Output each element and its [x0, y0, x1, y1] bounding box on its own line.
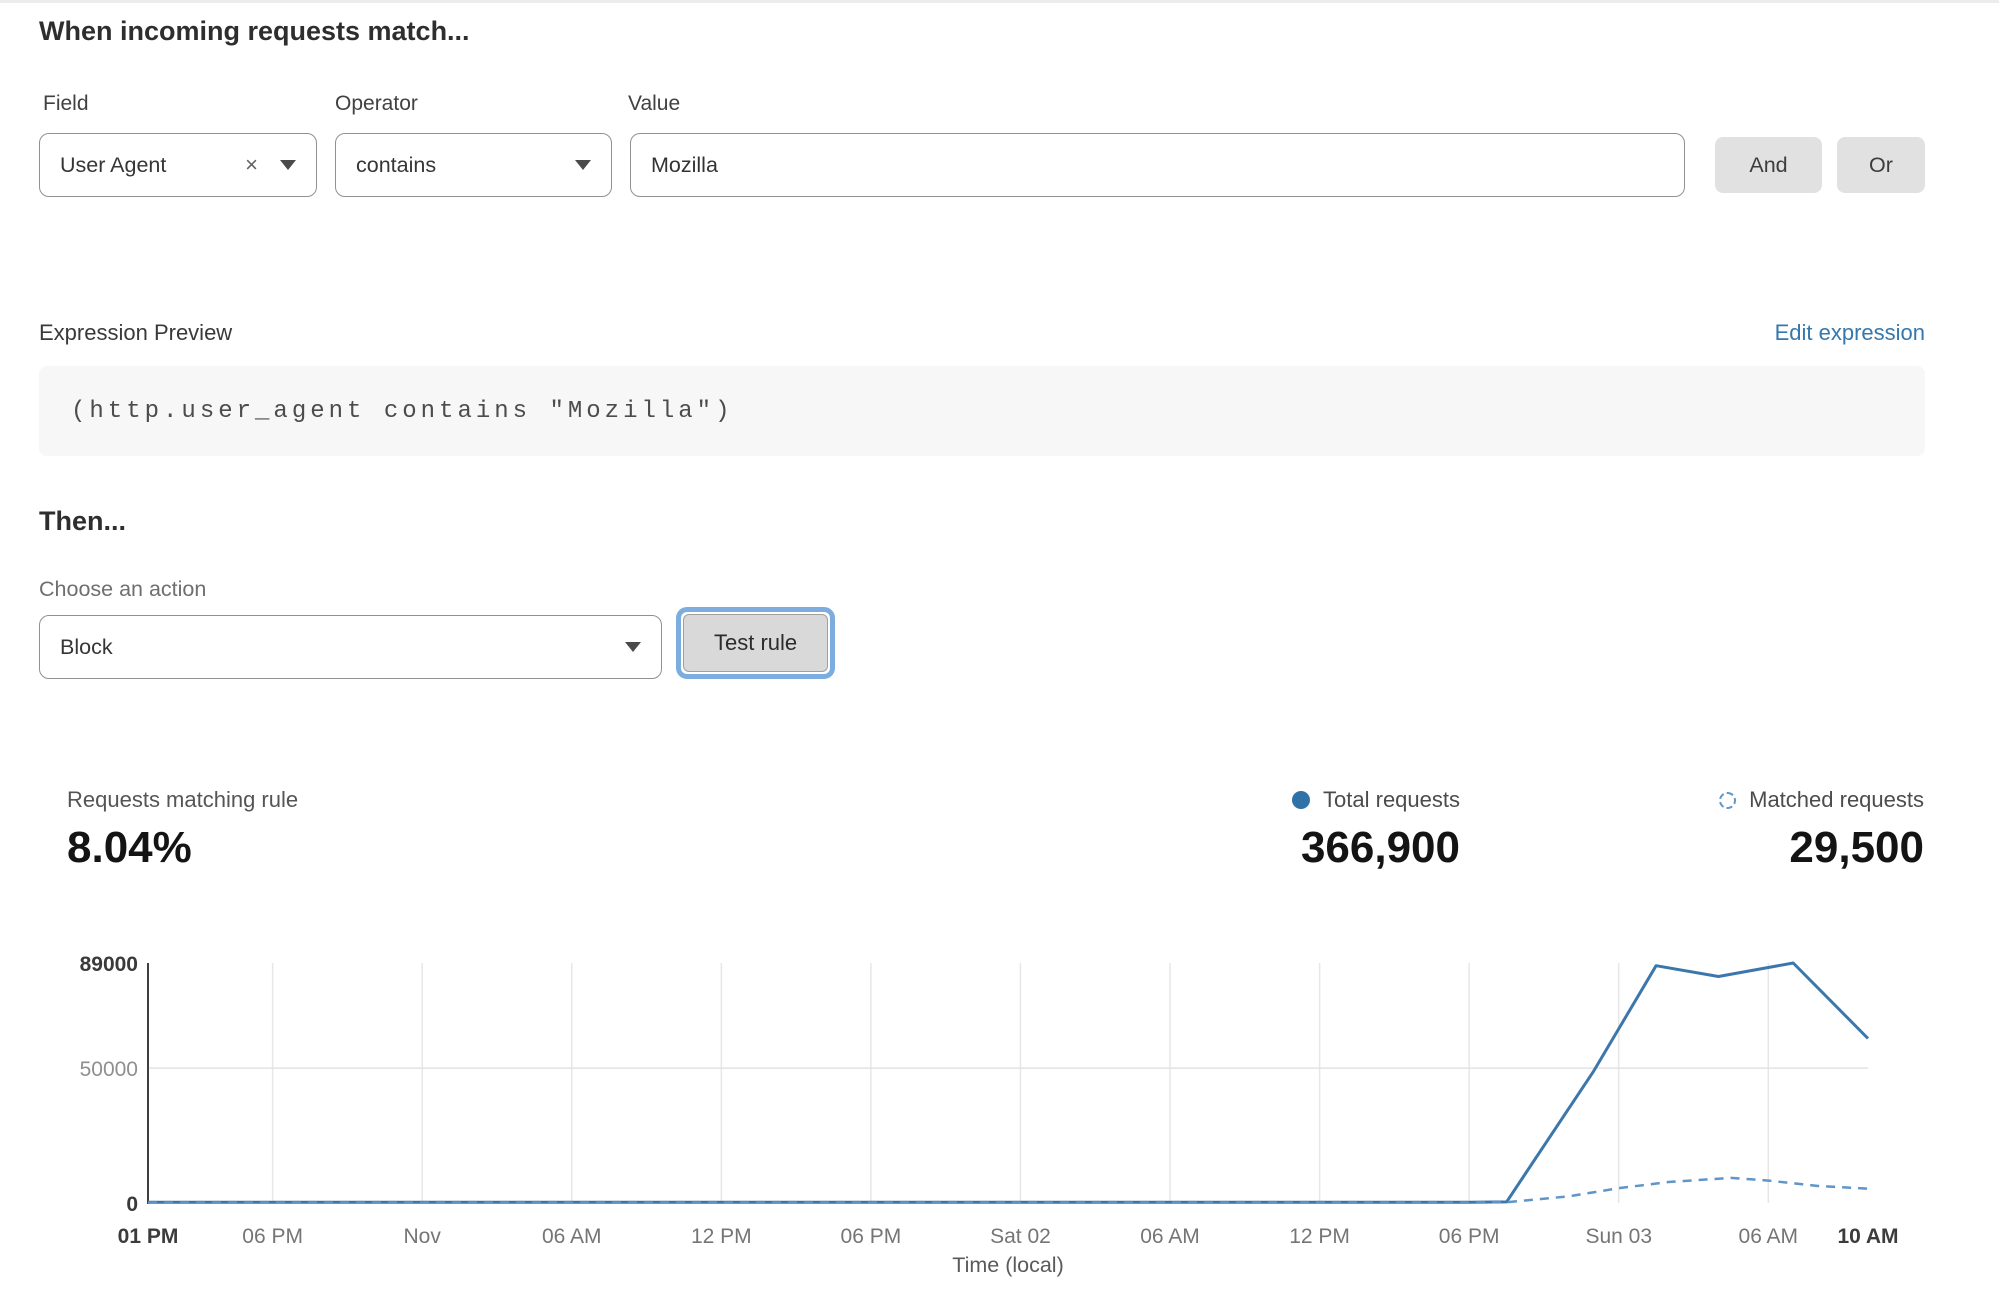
x-tick-label: Sun 03 — [1585, 1225, 1652, 1248]
expression-code-block: (http.user_agent contains "Mozilla") — [39, 366, 1925, 456]
x-tick-label: 06 PM — [242, 1225, 303, 1248]
field-label: Field — [43, 92, 89, 116]
x-tick-label: 12 PM — [691, 1225, 752, 1248]
total-requests-value: 366,900 — [1292, 823, 1460, 873]
x-tick-label: 06 AM — [1140, 1225, 1200, 1248]
test-rule-button[interactable]: Test rule — [683, 614, 828, 672]
clear-field-icon[interactable]: × — [241, 154, 262, 176]
x-tick-label: 01 PM — [118, 1225, 179, 1248]
operator-select-value: contains — [356, 153, 436, 178]
x-axis-title: Time (local) — [952, 1253, 1064, 1277]
value-input[interactable] — [630, 133, 1685, 197]
series-line-total-requests — [148, 963, 1868, 1202]
total-requests-label: Total requests — [1323, 787, 1460, 813]
field-select[interactable]: User Agent × — [39, 133, 317, 197]
top-divider — [0, 0, 1999, 3]
match-heading: When incoming requests match... — [39, 16, 470, 47]
operator-label: Operator — [335, 92, 418, 116]
y-tick-label: 89000 — [80, 953, 138, 976]
requests-matching-label: Requests matching rule — [67, 787, 298, 813]
operator-select[interactable]: contains — [335, 133, 612, 197]
matched-requests-label: Matched requests — [1749, 787, 1924, 813]
dashed-circle-icon — [1719, 792, 1736, 809]
x-tick-label: 06 PM — [1439, 1225, 1500, 1248]
total-requests-legend: Total requests — [1292, 787, 1460, 813]
choose-action-label: Choose an action — [39, 577, 206, 602]
chevron-down-icon — [280, 160, 296, 170]
expression-preview-label: Expression Preview — [39, 320, 232, 346]
value-label: Value — [628, 92, 680, 116]
and-button[interactable]: And — [1715, 137, 1822, 193]
edit-expression-link[interactable]: Edit expression — [1775, 320, 1925, 346]
or-button[interactable]: Or — [1837, 137, 1925, 193]
action-select[interactable]: Block — [39, 615, 662, 679]
x-tick-label: 06 AM — [1739, 1225, 1799, 1248]
expression-code: (http.user_agent contains "Mozilla") — [71, 398, 733, 425]
y-tick-label: 0 — [126, 1193, 138, 1216]
chevron-down-icon — [625, 642, 641, 652]
matched-requests-legend: Matched requests — [1719, 787, 1924, 813]
x-tick-label: 06 AM — [542, 1225, 602, 1248]
firewall-rule-editor: When incoming requests match... Field Op… — [0, 0, 1999, 1295]
requests-chart: 0 50000 89000 01 PM 06 PM Nov 06 AM 12 PM 06 PM S… — [0, 950, 1999, 1295]
x-tick-label: 10 AM — [1837, 1225, 1898, 1248]
field-select-value: User Agent — [60, 153, 166, 178]
x-tick-label: Nov — [404, 1225, 442, 1248]
x-tick-label: 12 PM — [1289, 1225, 1350, 1248]
action-select-value: Block — [60, 635, 113, 660]
requests-matching-value: 8.04% — [67, 823, 298, 873]
x-tick-label: Sat 02 — [990, 1225, 1051, 1248]
total-requests-stat: Total requests 366,900 — [1292, 787, 1460, 873]
requests-matching-stat: Requests matching rule 8.04% — [67, 787, 298, 873]
matched-requests-value: 29,500 — [1719, 823, 1924, 873]
solid-dot-icon — [1292, 791, 1310, 809]
y-tick-label: 50000 — [80, 1058, 138, 1081]
x-tick-label: 06 PM — [841, 1225, 902, 1248]
then-heading: Then... — [39, 506, 126, 537]
matched-requests-stat: Matched requests 29,500 — [1719, 787, 1924, 873]
test-rule-focus-ring: Test rule — [676, 607, 835, 679]
series-line-matched-requests — [148, 1178, 1868, 1203]
chevron-down-icon — [575, 160, 591, 170]
